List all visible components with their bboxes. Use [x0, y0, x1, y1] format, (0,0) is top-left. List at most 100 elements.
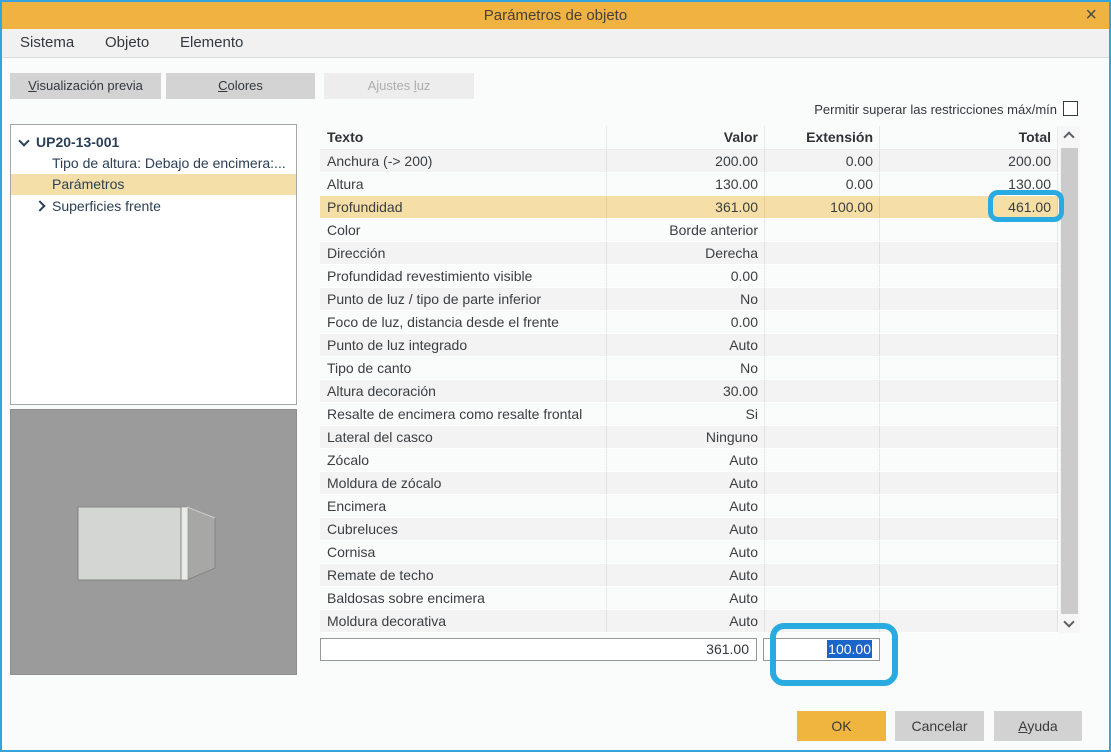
table-row[interactable]: Profundidad revestimiento visible 0.00	[320, 265, 1058, 288]
table-row[interactable]: Moldura decorativa Auto	[320, 610, 1058, 633]
cell-texto: Foco de luz, distancia desde el frente	[320, 311, 607, 333]
max-min-restriction-checkbox[interactable]	[1063, 101, 1078, 116]
table-row[interactable]: Cubreluces Auto	[320, 518, 1058, 541]
cell-texto: Punto de luz / tipo de parte inferior	[320, 288, 607, 310]
tree-item-tipo-de-altura[interactable]: Tipo de altura: Debajo de encimera:...	[11, 153, 296, 174]
cell-extension	[765, 380, 880, 402]
cell-extension	[765, 265, 880, 287]
cell-extension: 100.00	[765, 196, 880, 218]
table-row[interactable]: Moldura de zócalo Auto	[320, 472, 1058, 495]
chevron-down-icon[interactable]	[18, 135, 30, 147]
ok-button[interactable]: OK	[797, 711, 886, 741]
table-row[interactable]: Resalte de encimera como resalte frontal…	[320, 403, 1058, 426]
cell-total	[880, 587, 1058, 609]
cell-valor: Auto	[607, 495, 765, 517]
table-row[interactable]: Cornisa Auto	[320, 541, 1058, 564]
close-icon[interactable]: ×	[1085, 3, 1097, 28]
cell-total	[880, 610, 1058, 632]
cell-extension	[765, 449, 880, 471]
max-min-restriction-label: Permitir superar las restricciones máx/m…	[814, 102, 1057, 117]
cell-extension	[765, 564, 880, 586]
cell-texto: Lateral del casco	[320, 426, 607, 448]
cell-total	[880, 334, 1058, 356]
scroll-down-icon[interactable]	[1059, 615, 1080, 633]
cell-valor: 0.00	[607, 311, 765, 333]
cell-texto: Altura	[320, 173, 607, 195]
cell-extension: 0.00	[765, 173, 880, 195]
cell-total	[880, 495, 1058, 517]
chevron-right-icon[interactable]	[34, 200, 46, 212]
table-row[interactable]: Punto de luz integrado Auto	[320, 334, 1058, 357]
cell-valor: Auto	[607, 587, 765, 609]
table-row[interactable]: Altura 130.00 0.00 130.00	[320, 173, 1058, 196]
cell-total: 200.00	[880, 150, 1058, 172]
cancel-button[interactable]: Cancelar	[895, 711, 984, 741]
table-row[interactable]: Color Borde anterior	[320, 219, 1058, 242]
menu-item-elemento[interactable]: Elemento	[180, 34, 243, 51]
cell-extension	[765, 219, 880, 241]
header-texto: Texto	[320, 126, 607, 149]
cell-valor: 361.00	[607, 196, 765, 218]
cell-total	[880, 403, 1058, 425]
table-row[interactable]: Tipo de canto No	[320, 357, 1058, 380]
menu-item-objeto[interactable]: Objeto	[105, 34, 149, 51]
table-row[interactable]: Punto de luz / tipo de parte inferior No	[320, 288, 1058, 311]
cell-valor: No	[607, 288, 765, 310]
table-scrollbar[interactable]	[1059, 126, 1080, 633]
scroll-up-icon[interactable]	[1059, 126, 1080, 144]
cell-total	[880, 541, 1058, 563]
table-row[interactable]: Zócalo Auto	[320, 449, 1058, 472]
cell-extension	[765, 334, 880, 356]
table-row[interactable]: Altura decoración 30.00	[320, 380, 1058, 403]
table-row[interactable]: Encimera Auto	[320, 495, 1058, 518]
cell-total	[880, 564, 1058, 586]
valor-edit-field[interactable]: 361.00	[320, 638, 757, 661]
cell-valor: Ninguno	[607, 426, 765, 448]
preview-3d-viewport[interactable]	[10, 409, 297, 675]
cell-texto: Moldura decorativa	[320, 610, 607, 632]
tab-ajustes-luz: Ajustes luz	[324, 73, 474, 99]
cell-valor: 30.00	[607, 380, 765, 402]
cell-texto: Baldosas sobre encimera	[320, 587, 607, 609]
tab-visualizacion-previa[interactable]: Visualización previa	[10, 73, 161, 99]
header-valor: Valor	[607, 126, 765, 149]
table-row[interactable]: Foco de luz, distancia desde el frente 0.…	[320, 311, 1058, 334]
cell-valor: Derecha	[607, 242, 765, 264]
cell-texto: Zócalo	[320, 449, 607, 471]
help-button[interactable]: Ayuda	[994, 711, 1082, 741]
cell-texto: Punto de luz integrado	[320, 334, 607, 356]
menu-item-sistema[interactable]: Sistema	[20, 34, 74, 51]
table-row[interactable]: Remate de techo Auto	[320, 564, 1058, 587]
cell-valor: Auto	[607, 472, 765, 494]
cell-extension	[765, 518, 880, 540]
cell-total: 461.00	[880, 196, 1058, 218]
table-row[interactable]: Dirección Derecha	[320, 242, 1058, 265]
cell-extension	[765, 472, 880, 494]
tab-colores[interactable]: Colores	[166, 73, 315, 99]
cell-extension	[765, 288, 880, 310]
cell-total	[880, 426, 1058, 448]
table-row[interactable]: Baldosas sobre encimera Auto	[320, 587, 1058, 610]
cell-texto: Profundidad revestimiento visible	[320, 265, 607, 287]
table-row[interactable]: Profundidad 361.00 100.00 461.00	[320, 196, 1058, 219]
cell-valor: Auto	[607, 541, 765, 563]
tree-root-item[interactable]: UP20-13-001	[11, 132, 296, 153]
extension-edit-field[interactable]: 100.00	[763, 638, 880, 661]
cell-extension	[765, 587, 880, 609]
table-body: Anchura (-> 200) 200.00 0.00 200.00 Altura 13…	[320, 150, 1058, 633]
cell-texto: Remate de techo	[320, 564, 607, 586]
header-extension: Extensión	[765, 126, 880, 149]
cell-valor: Borde anterior	[607, 219, 765, 241]
object-parameters-dialog: Parámetros de objeto × Sistema Objeto El…	[0, 0, 1111, 752]
tree-item-superficies-frente[interactable]: Superficies frente	[11, 196, 296, 217]
scrollbar-thumb[interactable]	[1061, 148, 1078, 614]
cell-valor: Auto	[607, 610, 765, 632]
table-row[interactable]: Lateral del casco Ninguno	[320, 426, 1058, 449]
cell-extension	[765, 426, 880, 448]
table-header: Texto Valor Extensión Total	[320, 126, 1058, 150]
cell-extension	[765, 541, 880, 563]
object-tree-panel: UP20-13-001 Tipo de altura: Debajo de en…	[10, 124, 297, 405]
tree-item-parametros-selected[interactable]: Parámetros	[11, 174, 296, 195]
table-row[interactable]: Anchura (-> 200) 200.00 0.00 200.00	[320, 150, 1058, 173]
cell-valor: Si	[607, 403, 765, 425]
